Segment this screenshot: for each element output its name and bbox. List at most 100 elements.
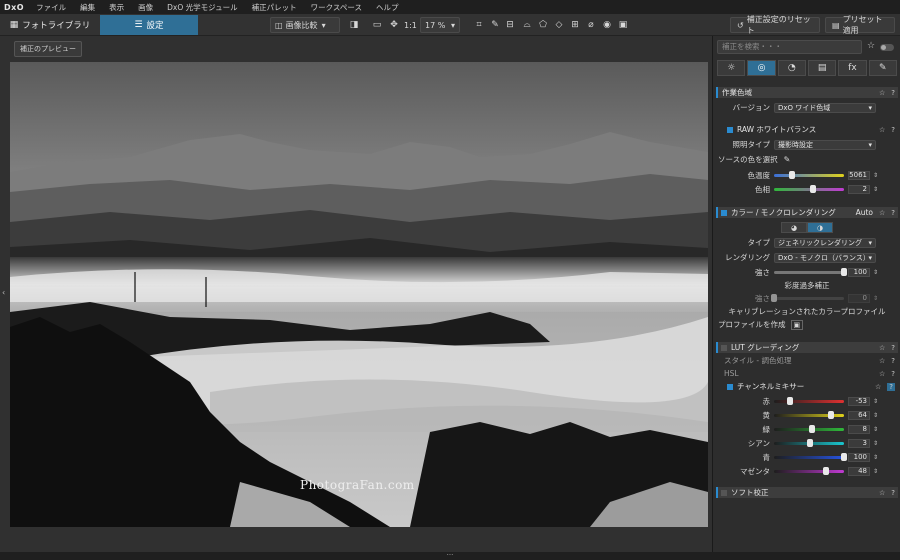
mixer-channel-slider[interactable] <box>774 467 844 475</box>
stepper-icon[interactable]: ⇕ <box>872 185 879 194</box>
help-icon[interactable]: ? <box>891 357 895 365</box>
menu-image[interactable]: 画像 <box>138 2 153 13</box>
side-by-side-icon[interactable]: ◨ <box>347 17 361 33</box>
help-icon[interactable]: ? <box>887 382 895 391</box>
mixer-channel-knob[interactable] <box>807 439 814 447</box>
temperature-knob[interactable] <box>789 171 796 179</box>
tab-geometry-icon[interactable]: ▤ <box>807 60 837 76</box>
mixer-channel-slider[interactable] <box>774 397 844 405</box>
soft-proof-checkbox[interactable] <box>721 489 727 496</box>
tab-light-icon[interactable]: ☼ <box>717 60 746 76</box>
menu-file[interactable]: ファイル <box>36 2 66 13</box>
mask-icon[interactable]: ▣ <box>616 17 630 33</box>
lut-header[interactable]: LUT グレーディング ☆ ? <box>716 342 898 353</box>
raw-wb-header[interactable]: RAW ホワイトバランス ☆ ? <box>716 124 898 135</box>
perspective-icon[interactable]: ⌓ <box>520 17 534 33</box>
star-icon[interactable]: ☆ <box>879 344 885 352</box>
tint-slider[interactable] <box>774 185 844 193</box>
reset-settings-button[interactable]: ↺ 補正設定のリセット <box>730 15 820 35</box>
mixer-channel-knob[interactable] <box>828 411 835 419</box>
mono-mode-icon[interactable]: ◑ <box>807 222 833 233</box>
help-icon[interactable]: ? <box>891 126 895 134</box>
color-rendering-auto[interactable]: Auto <box>856 208 873 217</box>
stepper-icon[interactable]: ⇕ <box>872 411 879 420</box>
stepper-icon[interactable]: ⇕ <box>872 439 879 448</box>
help-icon[interactable]: ? <box>891 209 895 217</box>
mixer-channel-slider[interactable] <box>774 411 844 419</box>
star-icon[interactable]: ☆ <box>875 383 881 391</box>
help-icon[interactable]: ? <box>891 89 895 97</box>
color-rendering-checkbox[interactable] <box>721 209 727 216</box>
rendering-dropdown[interactable]: DxO - モノクロ（バランス） ▾ <box>774 252 876 263</box>
soft-proof-header[interactable]: ソフト校正 ☆ ? <box>716 487 898 498</box>
eyedropper-icon[interactable]: ✎ <box>488 17 502 33</box>
star-icon[interactable]: ☆ <box>879 126 885 134</box>
type-dropdown[interactable]: ジェネリックレンダリング ▾ <box>774 237 876 248</box>
channel-mixer-checkbox[interactable] <box>727 383 733 390</box>
mixer-channel-slider[interactable] <box>774 439 844 447</box>
mixer-channel-knob[interactable] <box>787 397 794 405</box>
tab-photo-library[interactable]: ▦ フォトライブラリ <box>4 15 96 35</box>
mixer-channel-slider[interactable] <box>774 425 844 433</box>
oversat-slider[interactable] <box>771 294 844 302</box>
tint-knob[interactable] <box>809 185 816 193</box>
photo-preview[interactable] <box>10 62 708 527</box>
profile-create-icon[interactable]: ▣ <box>790 319 804 330</box>
intensity-knob[interactable] <box>841 268 847 276</box>
repair-icon[interactable]: ⌀ <box>584 17 598 33</box>
stepper-icon[interactable]: ⇕ <box>872 453 879 462</box>
mixer-channel-value[interactable]: 8 <box>848 425 870 434</box>
star-icon[interactable]: ☆ <box>879 370 885 378</box>
help-icon[interactable]: ? <box>891 344 895 352</box>
color-mode-icon[interactable]: ◕ <box>781 222 807 233</box>
mixer-channel-value[interactable]: 64 <box>848 411 870 420</box>
temperature-value[interactable]: 5061 <box>848 171 870 180</box>
intensity-slider[interactable] <box>774 268 847 276</box>
stepper-icon[interactable]: ⇕ <box>872 425 879 434</box>
left-panel-toggle-icon[interactable]: ‹ <box>2 288 5 297</box>
oversat-value[interactable]: 0 <box>848 294 870 303</box>
intensity-value[interactable]: 100 <box>848 268 870 277</box>
tab-effects-icon[interactable]: fx <box>838 60 867 76</box>
move-icon[interactable]: ✥ <box>387 17 401 33</box>
temperature-slider[interactable] <box>774 171 844 179</box>
mixer-channel-value[interactable]: 3 <box>848 439 870 448</box>
oversat-knob[interactable] <box>771 294 777 302</box>
polygon-icon[interactable]: ⬠ <box>536 17 550 33</box>
tint-value[interactable]: 2 <box>848 185 870 194</box>
help-icon[interactable]: ? <box>891 489 895 497</box>
tab-local-adjust-icon[interactable]: ✎ <box>868 60 897 76</box>
menu-palettes[interactable]: 補正パレット <box>252 2 297 13</box>
mixer-channel-value[interactable]: -53 <box>848 397 870 406</box>
star-icon[interactable]: ☆ <box>879 357 885 365</box>
menu-view[interactable]: 表示 <box>109 2 124 13</box>
menu-optics-modules[interactable]: DxO 光学モジュール <box>167 2 237 13</box>
filmstrip-toggle[interactable]: ··· <box>0 552 900 560</box>
raw-wb-checkbox[interactable] <box>727 126 733 133</box>
grid-overlay-icon[interactable]: ⊞ <box>568 17 582 33</box>
fit-icon[interactable]: ▭ <box>370 17 384 33</box>
stepper-icon[interactable]: ⇕ <box>872 268 879 277</box>
mixer-channel-knob[interactable] <box>808 425 815 433</box>
favorites-star-icon[interactable]: ☆ <box>867 41 875 51</box>
mixer-channel-knob[interactable] <box>822 467 829 475</box>
mixer-channel-slider[interactable] <box>774 453 847 461</box>
mixer-channel-value[interactable]: 100 <box>848 453 870 462</box>
correction-preview-button[interactable]: 補正のプレビュー <box>14 41 82 57</box>
zoom-1to1-button[interactable]: 1:1 <box>404 17 417 33</box>
working-space-header[interactable]: 作業色域 ☆ ? <box>716 87 898 98</box>
auto-horizon-icon[interactable]: ⊟ <box>502 17 518 33</box>
crop-icon[interactable]: ⌗ <box>472 17 486 33</box>
tab-color-icon[interactable]: ◎ <box>747 60 776 76</box>
tab-settings[interactable]: ☰ 設定 <box>100 15 198 35</box>
compare-button[interactable]: ◫ 画像比較 ▾ <box>270 17 340 33</box>
style-toning-header[interactable]: スタイル - 調色処理 ☆ ? <box>716 355 898 366</box>
apply-preset-button[interactable]: ▤ プリセット適用 <box>825 15 895 35</box>
stepper-icon[interactable]: ⇕ <box>872 171 879 180</box>
stepper-icon[interactable]: ⇕ <box>872 467 879 476</box>
menu-workspace[interactable]: ワークスペース <box>311 2 362 13</box>
mixer-channel-value[interactable]: 48 <box>848 467 870 476</box>
star-icon[interactable]: ☆ <box>879 209 885 217</box>
panel-toggle[interactable] <box>880 44 894 51</box>
lighting-dropdown[interactable]: 撮影時設定 ▾ <box>774 139 876 150</box>
